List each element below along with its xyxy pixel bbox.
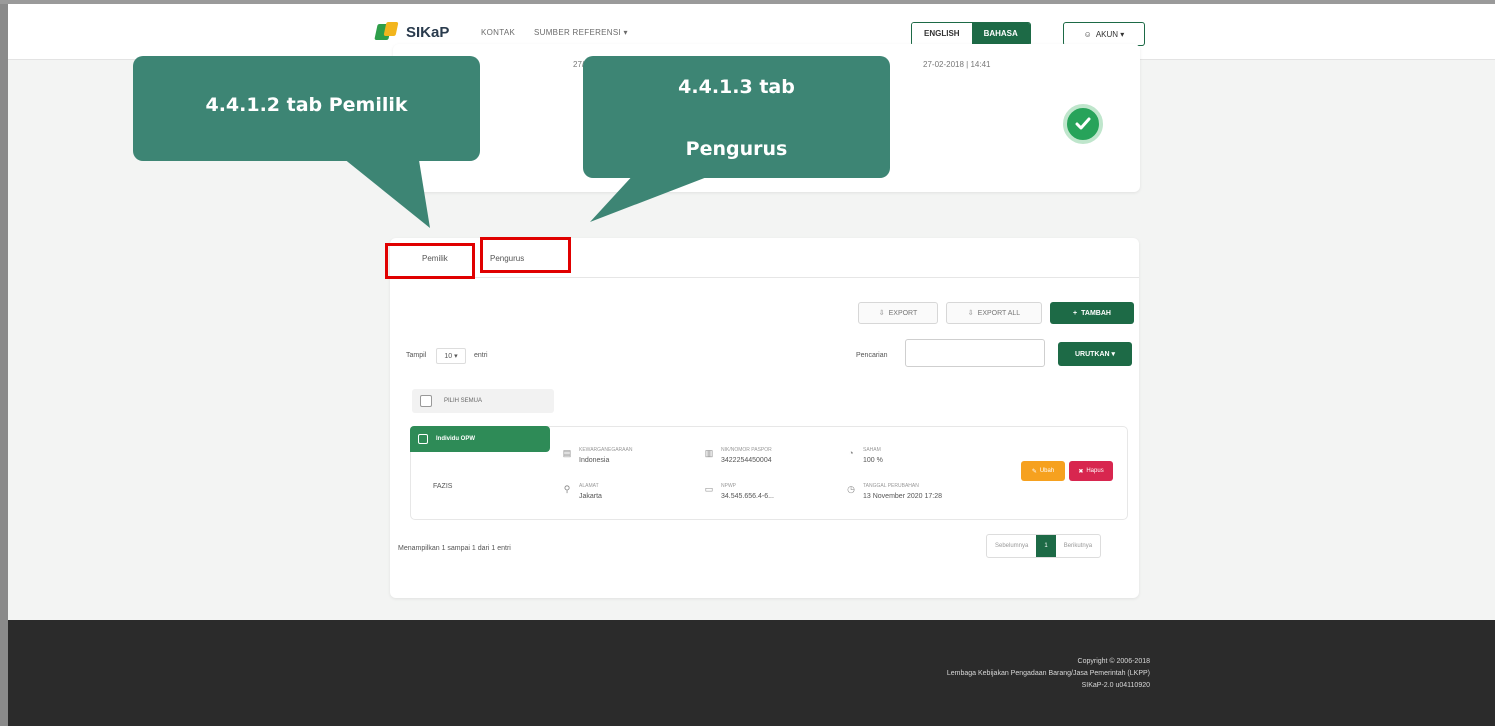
plus-icon: + [1073,309,1078,317]
field-value: 34.545.656.4-6... [721,493,774,500]
export-label: EXPORT [888,309,918,317]
show-entries-prefix: Tampil [406,352,427,359]
callout-pengurus: 4.4.1.3 tab Pengurus [583,56,890,178]
lang-english-button[interactable]: ENGLISH [912,23,972,45]
entries-per-page-select[interactable]: 10 ▾ [436,348,466,364]
urutkan-button[interactable]: URUTKAN ▾ [1058,342,1132,366]
select-all-row[interactable]: PILIH SEMUA [412,389,554,413]
search-label: Pencarian [856,352,888,359]
callout-pemilik-text: 4.4.1.2 tab Pemilik [205,94,408,116]
trash-icon: ✖ [1078,468,1084,475]
user-icon: ☺ [1083,29,1092,39]
field-value: Indonesia [579,457,610,464]
field-label: TANGGAL PERUBAHAN [863,483,919,489]
field-label: NIK/NOMOR PASPOR [721,447,772,453]
search-input[interactable] [905,339,1045,367]
edit-button[interactable]: ✎ Ubah [1021,461,1065,481]
summary-date-right: 27-02-2018 | 14:41 [923,60,991,69]
footer-version: SIKaP-2.0 u04110920 [1081,682,1150,689]
field-label: KEWARGANEGARAAN [579,447,633,453]
pencil-icon: ✎ [1031,468,1037,475]
highlight-box-pemilik [385,243,475,279]
clock-icon: ◷ [847,484,855,494]
select-all-checkbox[interactable] [420,395,432,407]
field-value: 100 % [863,457,883,464]
footer-organization: Lembaga Kebijakan Pengadaan Barang/Jasa … [946,670,1150,677]
field-kewarganegaraan: ▤ KEWARGANEGARAAN Indonesia [561,447,633,466]
logo-text: SIKaP [406,23,450,41]
callout-pengurus-text-1: 4.4.1.3 tab [678,76,795,98]
tambah-button[interactable]: + TAMBAH [1050,302,1134,324]
nav-link-kontak[interactable]: KONTAK [481,28,515,37]
entries-info: Menampilkan 1 sampai 1 dari 1 entri [398,545,511,552]
owner-name: FAZIS [433,483,453,490]
pemilik-pengurus-card: Pemilik Pengurus ⇩ EXPORT ⇩ EXPORT ALL +… [390,238,1139,598]
edit-label: Ubah [1039,468,1055,474]
row-type-badge[interactable]: Individu OPW [410,426,550,452]
show-entries-suffix: entri [474,352,488,359]
export-all-icon: ⇩ [967,310,974,317]
row-checkbox[interactable] [418,434,428,444]
account-label: AKUN ▾ [1095,29,1125,39]
field-saham: ◔ SAHAM 100 % [845,447,883,466]
field-label: ALAMAT [579,483,599,489]
pagination-next[interactable]: Berikutnya [1056,535,1100,557]
highlight-box-pengurus [480,237,571,273]
export-icon: ⇩ [878,310,885,317]
export-all-label: EXPORT ALL [977,309,1021,317]
card-icon: ▭ [704,484,714,494]
frame-border-top [0,0,1495,4]
page: SIKaP KONTAK SUMBER REFERENSI ▾ ENGLISH … [8,4,1495,726]
nav-link-sumber-referensi[interactable]: SUMBER REFERENSI ▾ [534,28,628,37]
export-all-button[interactable]: ⇩ EXPORT ALL [946,302,1042,324]
footer-copyright: Copyright © 2006-2018 [1077,658,1150,665]
field-alamat: ⚲ ALAMAT Jakarta [561,483,602,502]
screenshot-frame: SIKaP KONTAK SUMBER REFERENSI ▾ ENGLISH … [0,0,1495,726]
tambah-label: TAMBAH [1081,309,1111,317]
sikap-logo[interactable]: SIKaP [374,22,450,42]
field-value: Jakarta [579,493,602,500]
pagination: Sebelumnya 1 Berikutnya [986,534,1102,558]
select-all-label: PILIH SEMUA [444,398,483,404]
pagination-prev[interactable]: Sebelumnya [987,535,1036,557]
barcode-icon: ▥ [704,448,714,458]
account-button[interactable]: ☺ AKUN ▾ [1063,22,1145,46]
field-value: 3422254450004 [721,457,772,464]
field-npwp: ▭ NPWP 34.545.656.4-6... [703,483,774,502]
id-card-icon: ▤ [562,448,572,458]
footer: Copyright © 2006-2018 Lembaga Kebijakan … [8,620,1495,726]
field-tanggal-perubahan: ◷ TANGGAL PERUBAHAN 13 November 2020 17:2… [845,483,942,502]
field-label: SAHAM [863,447,881,453]
callout-pengurus-text-2: Pengurus [685,138,788,160]
field-label: NPWP [721,483,736,489]
frame-border-left [0,0,8,726]
sikap-logo-icon [374,22,400,42]
callout-pemilik: 4.4.1.2 tab Pemilik [133,56,480,161]
language-switch: ENGLISH BAHASA [911,22,1031,46]
field-value: 13 November 2020 17:28 [863,493,942,500]
delete-button[interactable]: ✖ Hapus [1069,461,1113,481]
field-nik: ▥ NIK/NOMOR PASPOR 3422254450004 [703,447,772,466]
export-button[interactable]: ⇩ EXPORT [858,302,938,324]
list-item: Individu OPW FAZIS ▤ KEWARGANEGARAAN Indo… [410,426,1128,520]
verified-check-icon [1063,104,1103,144]
pie-icon: ◔ [848,448,854,458]
pagination-page-current[interactable]: 1 [1036,535,1056,557]
row-type-label: Individu OPW [436,436,475,442]
lang-bahasa-button[interactable]: BAHASA [971,23,1030,45]
delete-label: Hapus [1086,468,1104,474]
location-icon: ⚲ [563,484,571,494]
